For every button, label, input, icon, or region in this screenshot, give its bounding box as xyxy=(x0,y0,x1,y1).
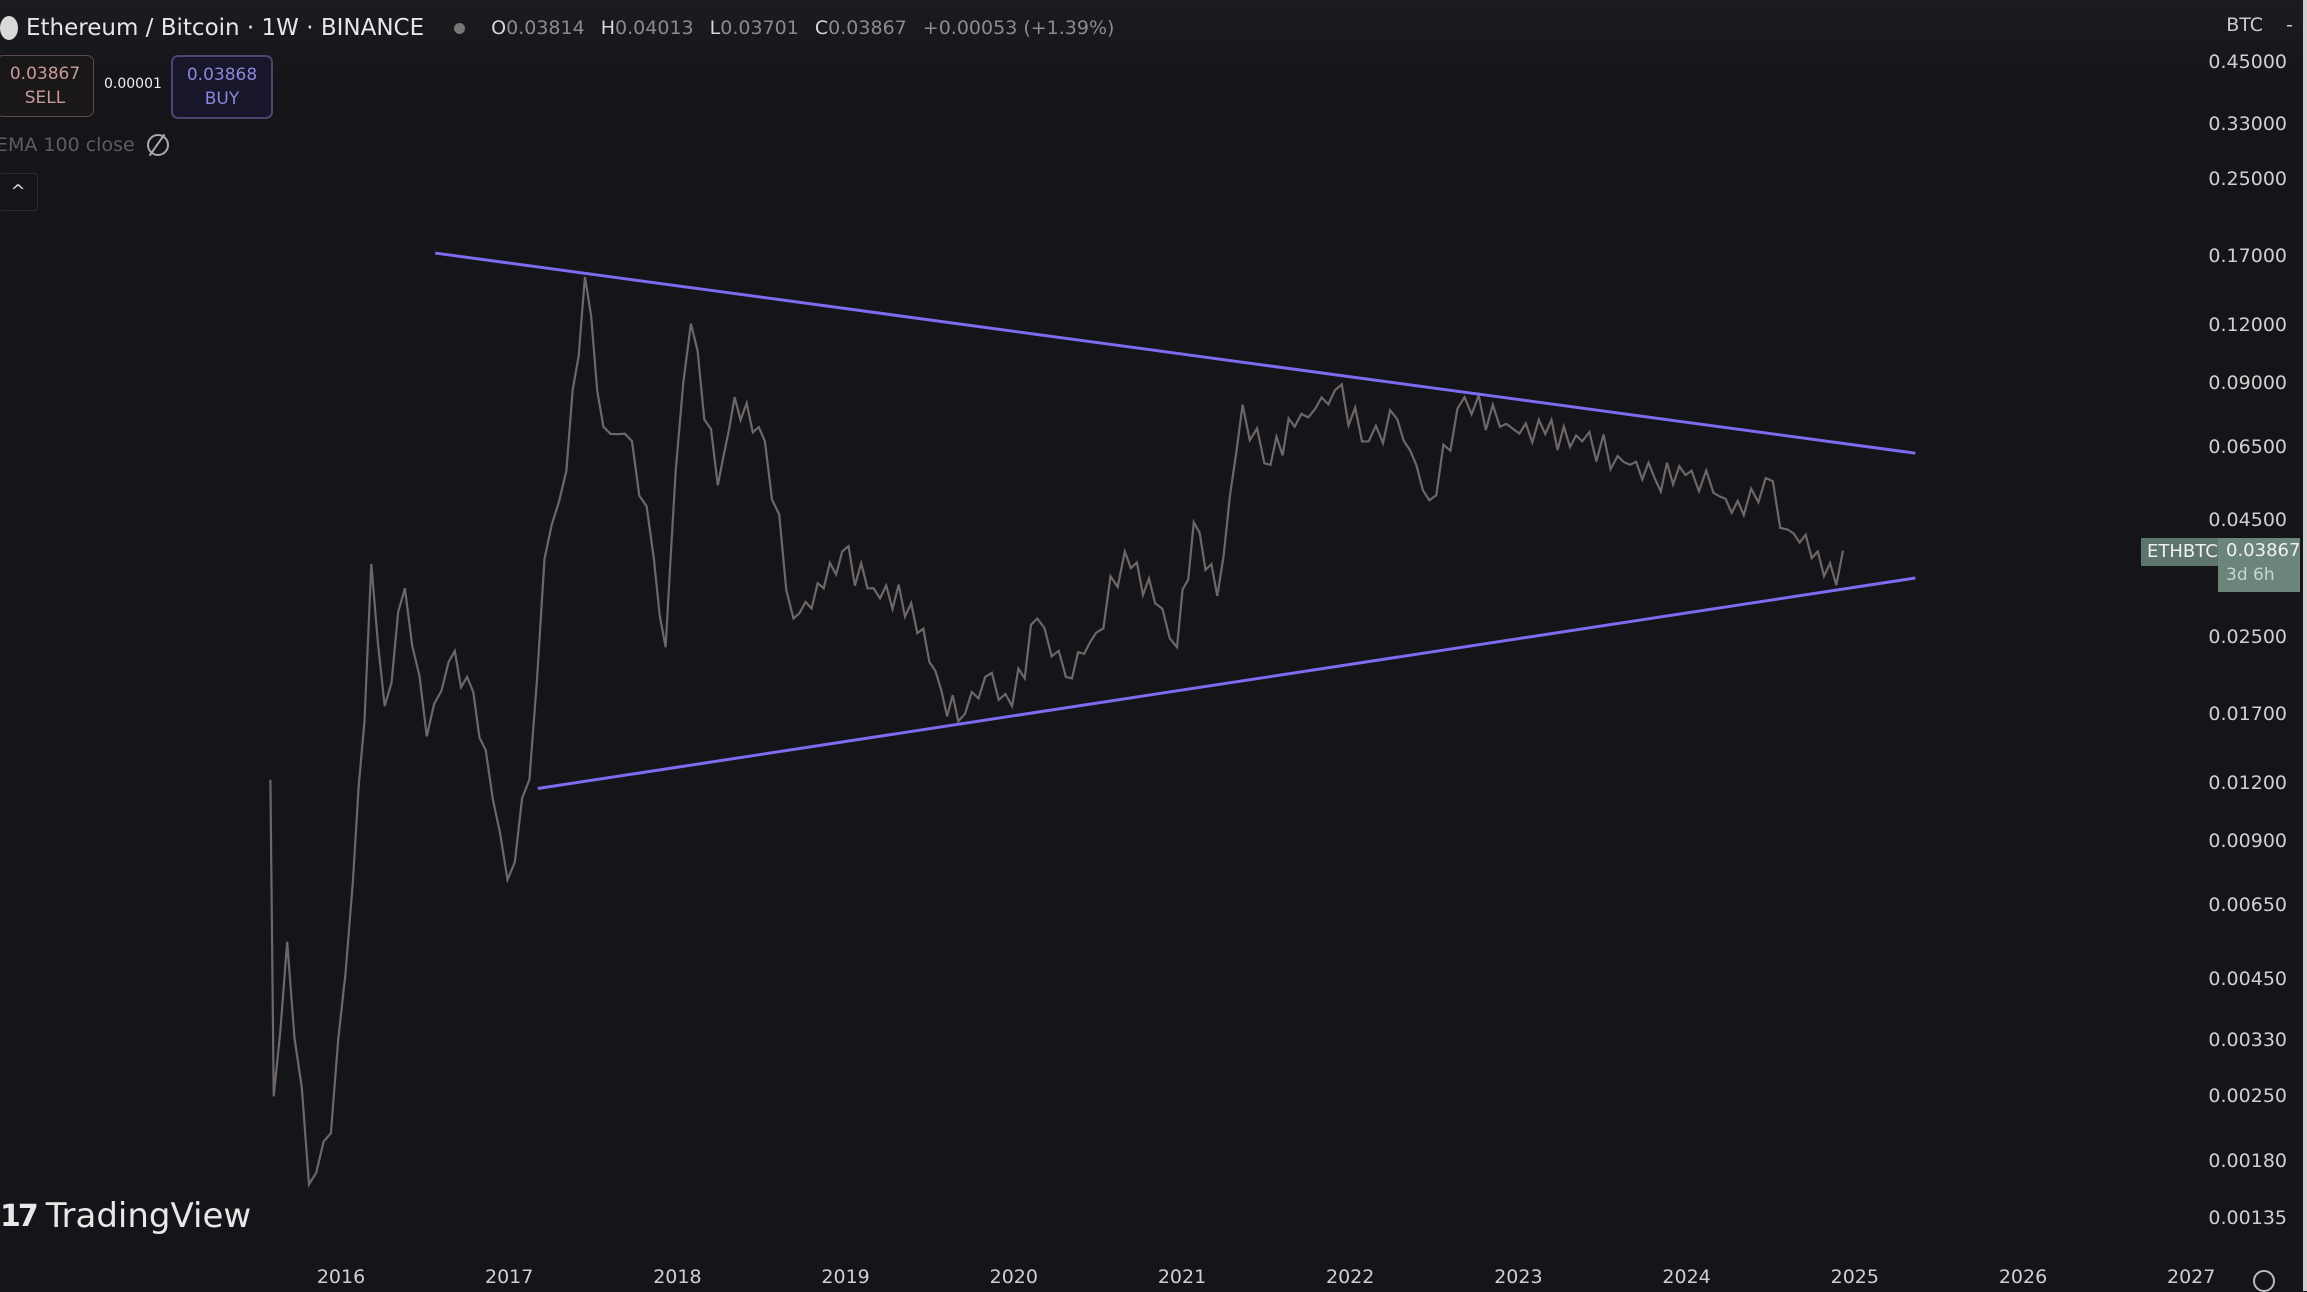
y-tick-label: 0.45000 xyxy=(2208,51,2287,73)
y-tick-label: 0.01200 xyxy=(2208,772,2287,794)
y-tick-label: 0.04500 xyxy=(2208,509,2287,531)
buy-price: 0.03868 xyxy=(187,63,257,87)
axis-currency[interactable]: BTC xyxy=(2226,14,2263,36)
y-tick-label: 0.06500 xyxy=(2208,436,2287,458)
x-tick-label: 2017 xyxy=(485,1266,533,1288)
y-tick-label: 0.00330 xyxy=(2208,1029,2287,1051)
trendlines xyxy=(435,253,1915,788)
symbol-title[interactable]: Ethereum / Bitcoin · 1W · BINANCE xyxy=(26,15,424,41)
price-chart[interactable] xyxy=(0,0,2307,1291)
sell-label: SELL xyxy=(25,86,65,110)
tradingview-logo[interactable]: 17 TradingView xyxy=(0,1196,251,1236)
open-value: 0.03814 xyxy=(506,17,585,39)
collapse-legend-button[interactable]: ^ xyxy=(0,173,38,211)
y-tick-label: 0.00135 xyxy=(2208,1207,2287,1229)
y-tick-label: 0.12000 xyxy=(2208,314,2287,336)
x-tick-label: 2018 xyxy=(653,1266,701,1288)
x-tick-label: 2016 xyxy=(317,1266,365,1288)
y-tick-label: 0.01700 xyxy=(2208,703,2287,725)
high-label: H xyxy=(601,17,615,39)
upper-resistance-trendline[interactable] xyxy=(435,253,1915,453)
symbol-logo-icon xyxy=(0,16,18,40)
last-price: 0.03867 xyxy=(2226,538,2300,563)
buy-label: BUY xyxy=(205,87,240,111)
low-label: L xyxy=(710,17,721,39)
y-tick-label: 0.00250 xyxy=(2208,1085,2287,1107)
x-tick-label: 2025 xyxy=(1831,1266,1879,1288)
sell-price: 0.03867 xyxy=(10,62,80,86)
open-label: O xyxy=(491,17,506,39)
buy-button[interactable]: 0.03868 BUY xyxy=(171,55,273,119)
symbol-header: Ethereum / Bitcoin · 1W · BINANCE O0.038… xyxy=(0,12,1114,44)
x-tick-label: 2020 xyxy=(990,1266,1038,1288)
y-tick-label: 0.00900 xyxy=(2208,830,2287,852)
spread-value: 0.00001 xyxy=(104,76,162,92)
ohlc-values: O0.03814 H0.04013 L0.03701 C0.03867 +0.0… xyxy=(491,17,1114,39)
y-tick-label: 0.09000 xyxy=(2208,372,2287,394)
x-tick-label: 2022 xyxy=(1326,1266,1374,1288)
symbol-tag: ETHBTC xyxy=(2141,538,2224,566)
tradingview-mark-icon: 17 xyxy=(0,1199,36,1234)
indicator-legend[interactable]: EMA 100 close xyxy=(0,134,169,156)
window-border xyxy=(2303,0,2307,1291)
x-tick-label: 2021 xyxy=(1158,1266,1206,1288)
axis-settings-icon[interactable] xyxy=(2253,1270,2275,1292)
y-tick-label: 0.00180 xyxy=(2208,1150,2287,1172)
close-value: 0.03867 xyxy=(828,17,907,39)
x-tick-label: 2019 xyxy=(821,1266,869,1288)
x-tick-label: 2026 xyxy=(1999,1266,2047,1288)
currency-dropdown-icon[interactable]: - xyxy=(2286,14,2293,36)
x-tick-label: 2027 xyxy=(2167,1266,2215,1288)
x-tick-label: 2024 xyxy=(1662,1266,1710,1288)
tradingview-text: TradingView xyxy=(46,1196,251,1236)
market-status-icon xyxy=(454,23,465,34)
y-tick-label: 0.33000 xyxy=(2208,113,2287,135)
hidden-eye-icon[interactable] xyxy=(147,134,169,156)
y-tick-label: 0.00450 xyxy=(2208,968,2287,990)
low-value: 0.03701 xyxy=(720,17,799,39)
y-tick-label: 0.02500 xyxy=(2208,626,2287,648)
sell-button[interactable]: 0.03867 SELL xyxy=(0,55,94,117)
y-tick-label: 0.17000 xyxy=(2208,245,2287,267)
change-value: +0.00053 (+1.39%) xyxy=(923,17,1115,39)
x-tick-label: 2023 xyxy=(1494,1266,1542,1288)
bar-countdown: 3d 6h xyxy=(2226,563,2300,588)
close-label: C xyxy=(815,17,828,39)
last-price-tag: 0.03867 3d 6h xyxy=(2218,538,2300,592)
lower-support-trendline[interactable] xyxy=(538,578,1916,789)
y-tick-label: 0.25000 xyxy=(2208,168,2287,190)
y-tick-label: 0.00650 xyxy=(2208,894,2287,916)
high-value: 0.04013 xyxy=(615,17,694,39)
indicator-label: EMA 100 close xyxy=(0,134,135,156)
